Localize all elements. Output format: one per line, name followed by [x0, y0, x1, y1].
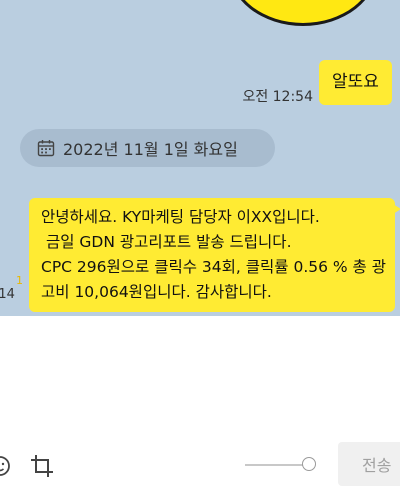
message-meta: 1 :14: [0, 274, 26, 302]
emoji-icon[interactable]: [0, 452, 14, 480]
message-timestamp: 오전 12:54: [242, 89, 313, 105]
slider-track: [245, 464, 307, 466]
slider-thumb[interactable]: [302, 457, 316, 471]
crop-icon[interactable]: [28, 452, 56, 480]
date-divider: 2022년 11월 1일 화요일: [20, 129, 275, 167]
message-composer[interactable]: 전송: [0, 316, 400, 500]
chat-message-area[interactable]: 오전 12:54 알또요 2022년 11월 1일 화요일 1 :14 안녕하세…: [0, 0, 400, 316]
zoom-slider[interactable]: [245, 455, 320, 475]
sticker-image[interactable]: [228, 0, 378, 26]
date-divider-label: 2022년 11월 1일 화요일: [63, 140, 238, 159]
unread-count: 1: [16, 274, 23, 287]
message-bubble-sent[interactable]: 안녕하세요. KY마케팅 담당자 이XX입니다. 금일 GDN 광고리포트 발송…: [29, 198, 400, 312]
message-timestamp: :14: [0, 287, 15, 302]
send-button[interactable]: 전송: [338, 442, 400, 486]
calendar-icon: [37, 140, 55, 157]
chat-window: 오전 12:54 알또요 2022년 11월 1일 화요일 1 :14 안녕하세…: [0, 0, 400, 500]
message-bubble-sent[interactable]: 알또요: [319, 60, 392, 105]
